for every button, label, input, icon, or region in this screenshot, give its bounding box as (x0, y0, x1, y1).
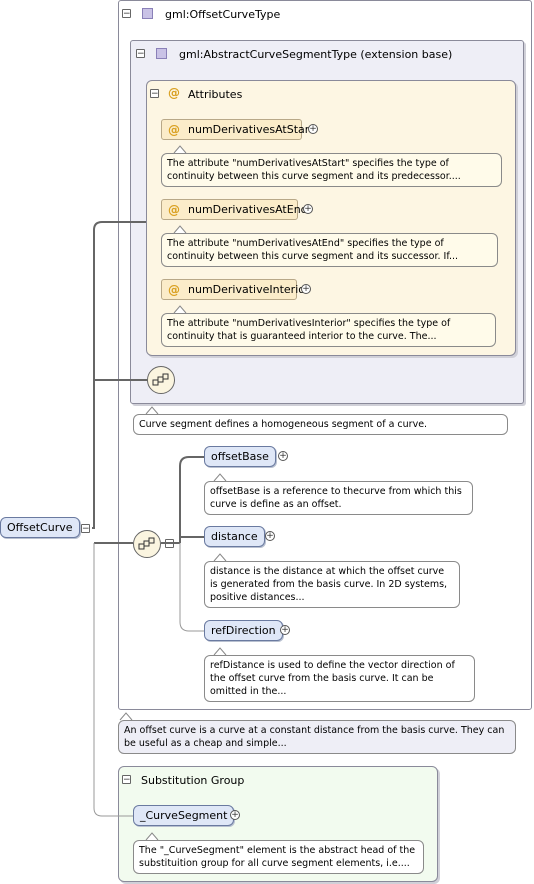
complex-type-icon (142, 8, 153, 19)
expand-icon[interactable]: + (308, 124, 318, 134)
attribute-numDerivativeInterior[interactable]: @ numDerivativeInterior (161, 279, 310, 300)
attribute-icon: @ (168, 282, 180, 297)
element-name: offsetBase (211, 450, 269, 463)
expand-icon[interactable]: + (303, 204, 313, 214)
expand-icon[interactable]: + (301, 284, 311, 294)
expand-icon[interactable]: + (280, 625, 290, 635)
base-type-note: Curve segment defines a homogeneous segm… (133, 414, 508, 435)
element-name: distance (211, 530, 258, 543)
attribute-numDerivativesAtStart[interactable]: @ numDerivativesAtStart (161, 119, 314, 140)
sequence-icon[interactable] (147, 366, 175, 394)
element-name: _CurveSegment (140, 809, 228, 822)
expand-icon[interactable]: + (278, 451, 288, 461)
element-name: OffsetCurve (7, 521, 73, 534)
substitution-group-header: Substitution Group (141, 774, 245, 787)
attribute-name: numDerivativeInterior (188, 283, 310, 296)
attribute-icon: @ (168, 122, 180, 137)
attributes-header: Attributes (188, 88, 243, 101)
collapse-icon[interactable]: − (81, 524, 90, 534)
element-distance[interactable]: distance (204, 526, 265, 547)
collapse-icon[interactable]: − (122, 9, 131, 19)
root-note: An offset curve is a curve at a constant… (118, 720, 516, 754)
attribute-note: The attribute "numDerivativesInterior" s… (161, 313, 496, 347)
element-note: refDistance is used to define the vector… (204, 655, 475, 702)
element-_CurveSegment[interactable]: _CurveSegment (133, 805, 235, 826)
collapse-icon[interactable]: − (165, 539, 174, 549)
attribute-icon: @ (168, 86, 180, 100)
element-name: refDirection (211, 624, 276, 637)
complex-type-icon (156, 48, 167, 59)
collapse-icon[interactable]: − (122, 775, 131, 785)
complex-type-label: gml:OffsetCurveType (165, 8, 281, 21)
element-note: offsetBase is a reference to thecurve fr… (204, 481, 473, 515)
substitution-note: The "_CurveSegment" element is the abstr… (133, 840, 424, 874)
attribute-icon: @ (168, 202, 180, 217)
expand-icon[interactable]: + (230, 810, 240, 820)
element-note: distance is the distance at which the of… (204, 561, 460, 608)
collapse-icon[interactable]: − (150, 89, 159, 99)
collapse-icon[interactable]: − (136, 49, 145, 59)
attribute-note: The attribute "numDerivativesAtEnd" spec… (161, 233, 498, 267)
base-type-label: gml:AbstractCurveSegmentType (extension … (179, 48, 453, 61)
attribute-name: numDerivativesAtEnd (188, 203, 308, 216)
element-refDirection[interactable]: refDirection (204, 620, 283, 641)
attribute-note: The attribute "numDerivativesAtStart" sp… (161, 153, 502, 187)
root-element-OffsetCurve[interactable]: OffsetCurve (0, 517, 80, 538)
sequence-icon[interactable] (133, 530, 161, 558)
element-offsetBase[interactable]: offsetBase (204, 446, 276, 467)
expand-icon[interactable]: + (265, 531, 275, 541)
attribute-name: numDerivativesAtStart (188, 123, 314, 136)
attribute-numDerivativesAtEnd[interactable]: @ numDerivativesAtEnd (161, 199, 308, 220)
